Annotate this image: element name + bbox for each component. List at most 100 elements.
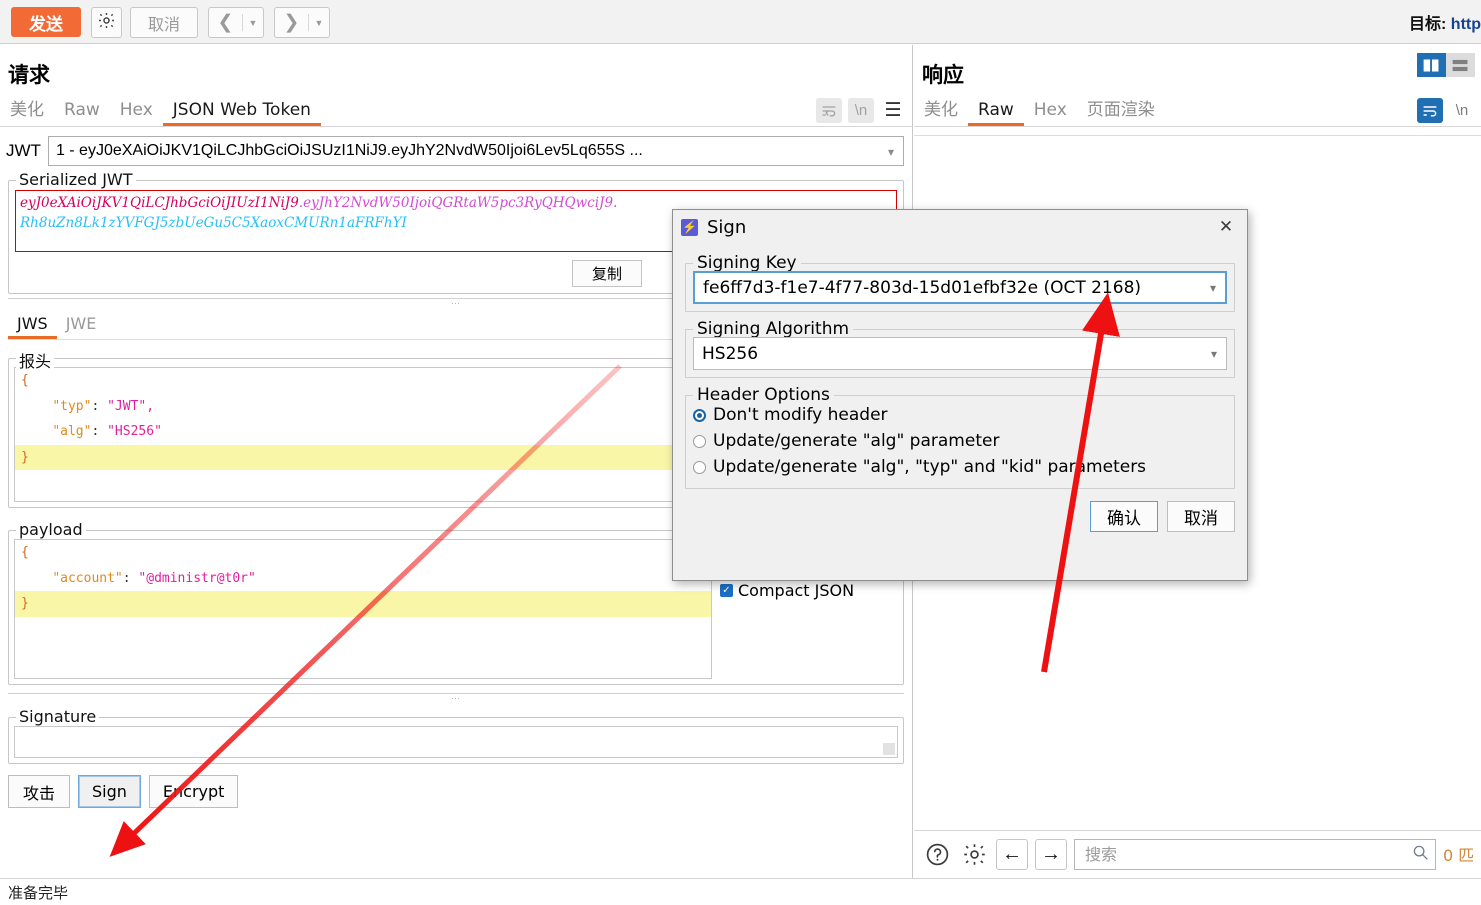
chevron-down-icon: ▾ — [1210, 346, 1217, 361]
code-token: { — [21, 373, 29, 388]
code-line: { — [15, 540, 711, 566]
newline-icon[interactable]: \n — [848, 98, 874, 123]
dialog-actions: 确认 取消 — [673, 501, 1247, 532]
chevron-right-icon[interactable]: ❯ — [275, 8, 308, 37]
code-token: : — [91, 398, 108, 414]
sign-button[interactable]: Sign — [78, 775, 141, 808]
tab-json-web-token[interactable]: JSON Web Token — [162, 96, 321, 126]
code-token: "HS256" — [107, 424, 162, 439]
radio-update-alg[interactable]: Update/generate "alg" parameter — [693, 428, 1227, 454]
response-tab-beautify[interactable]: 美化 — [914, 96, 968, 126]
code-token: : — [122, 570, 139, 586]
tab-beautify[interactable]: 美化 — [0, 96, 54, 126]
jwt-signature-segment: Rh8uZn8Lk1zYVFGJ5zbUeGu5C5XaoxCMURn1aFRF… — [20, 215, 407, 231]
code-token: : — [91, 424, 108, 439]
gear-icon[interactable] — [959, 839, 989, 869]
dialog-titlebar: ⚡ Sign ✕ — [673, 210, 1247, 244]
chevron-down-icon: ▾ — [1209, 280, 1216, 295]
signature-legend: Signature — [16, 707, 100, 726]
encrypt-button[interactable]: Encrypt — [148, 775, 239, 808]
compact-json-checkbox-row[interactable]: ✓ Compact JSON — [720, 581, 898, 600]
tab-jws[interactable]: JWS — [8, 311, 57, 339]
divider — [914, 135, 1481, 136]
code-token: "account" — [52, 570, 123, 586]
code-token: "JWT", — [107, 398, 155, 414]
response-bottom-toolbar: ← → 0 匹 — [914, 830, 1481, 877]
jwt-payload-legend: payload — [16, 520, 86, 539]
jwt-payload-editor[interactable]: { "account": "@dministr@t0r" } — [14, 539, 712, 679]
lightning-icon: ⚡ — [681, 218, 698, 236]
signature-field[interactable] — [14, 726, 898, 758]
chevron-down-icon: ▾ — [887, 145, 894, 159]
search-icon[interactable] — [1412, 844, 1429, 865]
dialog-cancel-button[interactable]: 取消 — [1167, 501, 1235, 532]
dialog-body: Signing Key fe6ff7d3-f1e7-4f77-803d-15d0… — [673, 244, 1247, 489]
radio-indicator[interactable] — [693, 434, 706, 448]
radio-label: Update/generate "alg", "typ" and "kid" p… — [713, 457, 1147, 477]
close-icon[interactable]: ✕ — [1213, 214, 1239, 240]
forward-history-dropdown-icon[interactable]: ▼ — [309, 8, 329, 37]
radio-update-alg-typ-kid[interactable]: Update/generate "alg", "typ" and "kid" p… — [693, 454, 1227, 480]
signing-key-legend: Signing Key — [693, 253, 801, 273]
serialized-jwt-legend: Serialized JWT — [16, 170, 136, 189]
back-history-dropdown-icon[interactable]: ▼ — [243, 8, 263, 37]
compact-json-checkbox[interactable]: ✓ — [720, 584, 733, 597]
search-box[interactable] — [1074, 838, 1436, 870]
signing-algorithm-value: HS256 — [702, 343, 759, 364]
top-toolbar: 发送 取消 ❮ ▼ ❯ ▼ 目标: http — [0, 0, 1481, 44]
target-url: http — [1450, 16, 1481, 33]
jwt-select[interactable]: 1 - eyJ0eXAiOiJKV1QiLCJhbGciOiJSUzI1NiJ9… — [47, 136, 904, 166]
settings-button[interactable] — [91, 7, 122, 38]
request-tabs: 美化 Raw Hex JSON Web Token \n ☰ — [0, 95, 912, 127]
response-tab-hex[interactable]: Hex — [1024, 96, 1077, 126]
search-match-count: 0 匹 — [1443, 846, 1473, 865]
jwt-header-segment: eyJ0eXAiOiJKV1QiLCJhbGciOiJIUzI1NiJ9 — [20, 195, 299, 211]
signature-group: Signature — [8, 707, 904, 764]
search-input[interactable] — [1083, 843, 1412, 865]
sign-dialog: ⚡ Sign ✕ Signing Key fe6ff7d3-f1e7-4f77-… — [672, 209, 1248, 581]
response-title: 响应 — [922, 63, 964, 87]
stacked-view-icon[interactable] — [1446, 53, 1475, 77]
back-nav-group[interactable]: ❮ ▼ — [208, 7, 264, 38]
send-button[interactable]: 发送 — [11, 7, 81, 37]
split-view-icon[interactable] — [1417, 53, 1446, 77]
tab-hex[interactable]: Hex — [110, 96, 163, 126]
newline-icon[interactable]: \n — [1449, 98, 1475, 123]
jwt-select-value: 1 - eyJ0eXAiOiJKV1QiLCJhbGciOiJSUzI1NiJ9… — [55, 142, 643, 159]
help-icon[interactable] — [922, 839, 952, 869]
forward-nav-group[interactable]: ❯ ▼ — [274, 7, 330, 38]
cancel-button[interactable]: 取消 — [130, 7, 198, 38]
signing-key-value: fe6ff7d3-f1e7-4f77-803d-15d01efbf32e (OC… — [703, 277, 1142, 298]
menu-icon[interactable]: ☰ — [880, 98, 906, 123]
tab-jwe[interactable]: JWE — [57, 311, 106, 339]
signing-key-fieldset: Signing Key fe6ff7d3-f1e7-4f77-803d-15d0… — [685, 253, 1235, 312]
response-tab-icons: \n — [1417, 98, 1475, 123]
dialog-title: Sign — [707, 216, 747, 238]
dialog-confirm-button[interactable]: 确认 — [1090, 501, 1158, 532]
response-tab-raw[interactable]: Raw — [968, 96, 1024, 126]
horizontal-splitter-2[interactable]: ⋯ — [8, 693, 904, 703]
resize-handle[interactable] — [883, 743, 895, 755]
chevron-left-icon[interactable]: ❮ — [209, 8, 242, 37]
radio-indicator[interactable] — [693, 408, 706, 422]
code-token: { — [21, 545, 29, 560]
layout-toggle-group — [1417, 53, 1475, 77]
signing-key-select[interactable]: fe6ff7d3-f1e7-4f77-803d-15d01efbf32e (OC… — [693, 271, 1227, 304]
word-wrap-icon[interactable] — [816, 98, 842, 123]
attack-button[interactable]: 攻击 — [8, 775, 70, 808]
search-forward-button[interactable]: → — [1035, 838, 1067, 870]
radio-dont-modify-header[interactable]: Don't modify header — [693, 402, 1227, 428]
search-back-button[interactable]: ← — [996, 838, 1028, 870]
response-tab-render[interactable]: 页面渲染 — [1077, 96, 1165, 126]
radio-label: Update/generate "alg" parameter — [713, 431, 1000, 451]
jwt-payload-segment: eyJhY2NvdW50IjoiQGRtaW5pc3RyQHQwciJ9 — [303, 195, 614, 211]
response-tabs: 美化 Raw Hex 页面渲染 \n — [914, 95, 1481, 127]
signing-algorithm-select[interactable]: HS256 ▾ — [693, 337, 1227, 370]
word-wrap-icon[interactable] — [1417, 98, 1443, 123]
radio-label: Don't modify header — [713, 405, 888, 425]
copy-button[interactable]: 复制 — [572, 260, 642, 287]
tab-raw[interactable]: Raw — [54, 96, 110, 126]
target-prefix: 目标: — [1409, 16, 1451, 33]
gear-icon — [97, 11, 116, 34]
radio-indicator[interactable] — [693, 460, 706, 474]
